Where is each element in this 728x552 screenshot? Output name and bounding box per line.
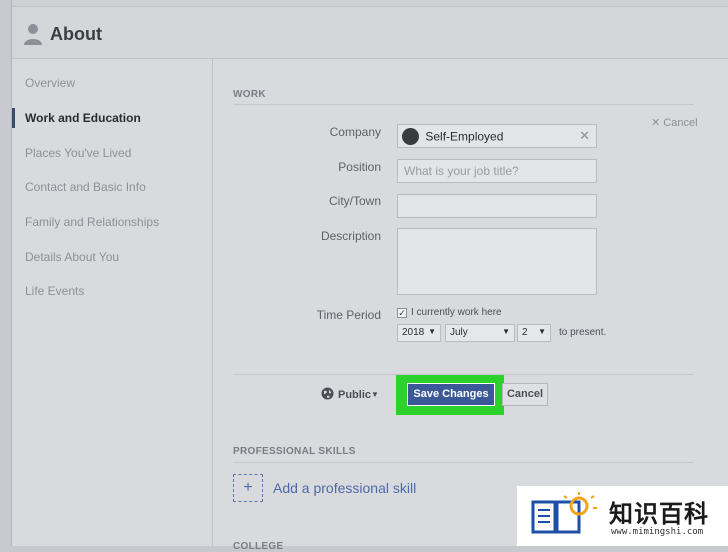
- sidebar-item-work-and-education[interactable]: Work and Education: [25, 111, 141, 125]
- sidebar-item-overview[interactable]: Overview: [25, 76, 75, 90]
- month-value: July: [450, 327, 468, 338]
- sidebar-item-family[interactable]: Family and Relationships: [25, 215, 159, 229]
- person-icon: [24, 24, 42, 45]
- sidebar-item-life-events[interactable]: Life Events: [25, 284, 84, 298]
- currently-work-label: I currently work here: [411, 307, 502, 318]
- college-section-title: COLLEGE: [233, 541, 284, 552]
- time-period-label: Time Period: [316, 308, 381, 322]
- chevron-down-icon: ▼: [538, 327, 546, 336]
- active-indicator: [12, 108, 15, 128]
- sidebar-item-contact-info[interactable]: Contact and Basic Info: [25, 180, 146, 194]
- sidebar-item-places-lived[interactable]: Places You've Lived: [25, 146, 131, 160]
- cancel-link-label: Cancel: [663, 117, 698, 129]
- sidebar-item-details[interactable]: Details About You: [25, 250, 119, 264]
- description-textarea[interactable]: [397, 228, 597, 295]
- company-label: Company: [329, 125, 381, 139]
- privacy-selector[interactable]: Public: [338, 389, 371, 401]
- day-value: 2: [522, 327, 528, 338]
- skills-section-title: PROFESSIONAL SKILLS: [233, 446, 356, 457]
- close-icon: ✕: [651, 117, 661, 129]
- day-select[interactable]: 2 ▼: [517, 324, 551, 342]
- chevron-down-icon[interactable]: ▼: [371, 390, 379, 399]
- work-editor: WORK ✕ Cancel Company Self-Employed ✕ Po…: [213, 59, 728, 552]
- about-header: About: [12, 7, 728, 59]
- about-panel: About Overview Work and Education Places…: [11, 0, 728, 552]
- top-strip: [12, 0, 728, 7]
- company-value: Self-Employed: [425, 129, 504, 144]
- work-section-title: WORK: [233, 89, 266, 100]
- position-input[interactable]: What is your job title?: [397, 159, 597, 183]
- chevron-down-icon: ▼: [428, 327, 436, 336]
- section-divider: [233, 462, 694, 463]
- chevron-down-icon: ▼: [502, 327, 510, 336]
- save-changes-button[interactable]: Save Changes: [407, 383, 495, 406]
- position-label: Position: [338, 160, 381, 174]
- to-present-text: to present.: [559, 327, 607, 338]
- book-lightbulb-icon: [531, 492, 597, 534]
- globe-icon: [321, 387, 334, 400]
- year-select[interactable]: 2018 ▼: [397, 324, 441, 342]
- watermark-url: www.mimingshi.com: [611, 527, 704, 537]
- add-skill-link[interactable]: Add a professional skill: [273, 480, 416, 496]
- watermark-logo: 知识百科 www.mimingshi.com: [517, 486, 728, 546]
- page-title: About: [50, 24, 102, 44]
- cancel-link[interactable]: ✕ Cancel: [651, 116, 698, 129]
- section-divider: [233, 104, 694, 105]
- cancel-button[interactable]: Cancel: [502, 383, 548, 406]
- month-select[interactable]: July ▼: [445, 324, 515, 342]
- company-field[interactable]: Self-Employed ✕: [397, 124, 597, 148]
- city-label: City/Town: [328, 194, 381, 208]
- add-skill-icon[interactable]: +: [233, 474, 263, 502]
- company-avatar: [402, 128, 419, 145]
- watermark-chinese-text: 知识百科: [609, 501, 709, 528]
- city-input[interactable]: [397, 194, 597, 218]
- about-sidebar: Overview Work and Education Places You'v…: [12, 59, 213, 546]
- currently-work-checkbox[interactable]: ✓: [397, 308, 407, 318]
- year-value: 2018: [402, 327, 425, 338]
- description-label: Description: [320, 229, 381, 243]
- remove-company-icon[interactable]: ✕: [579, 128, 590, 144]
